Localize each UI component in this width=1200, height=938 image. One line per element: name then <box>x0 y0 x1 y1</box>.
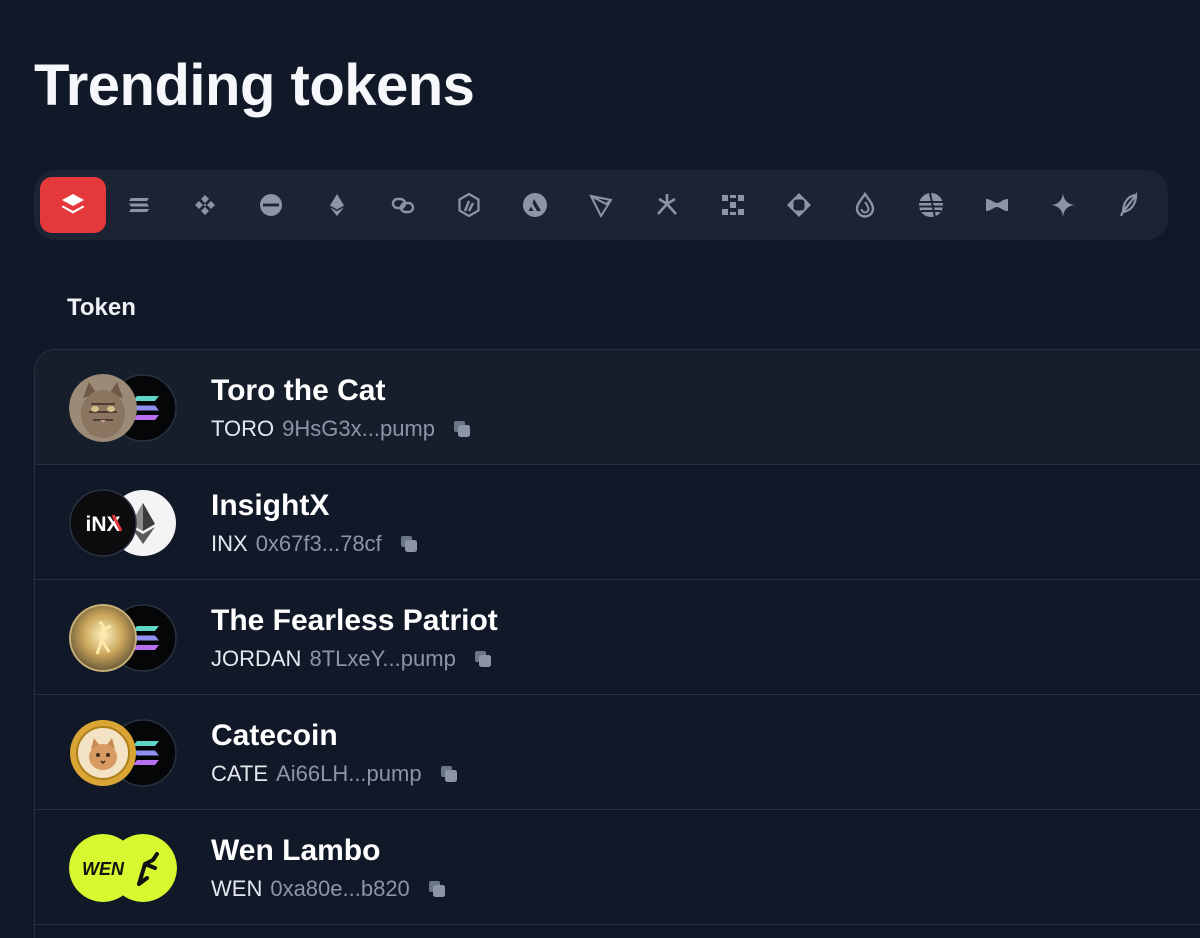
token-name[interactable]: Toro the Cat <box>211 374 385 408</box>
avalanche-icon <box>523 193 547 217</box>
token-name[interactable]: InsightX <box>211 489 329 523</box>
table-row[interactable]: Toro the Cat TORO 9HsG3x...pump <box>35 350 1200 465</box>
chain-filter-sui[interactable] <box>964 177 1030 233</box>
token-symbol: WEN <box>211 876 263 901</box>
token-name[interactable]: Wen Lambo <box>211 834 380 868</box>
table-row[interactable]: The Fearless Patriot JORDAN 8TLxeY...pum… <box>35 580 1200 695</box>
chain-filter-bnb[interactable] <box>172 177 238 233</box>
copy-icon[interactable] <box>398 533 420 555</box>
feather-icon <box>1120 191 1138 217</box>
chain-filter-solana[interactable] <box>106 177 172 233</box>
bnb-icon <box>195 195 215 215</box>
token-address: 0xa80e...b820 <box>270 876 410 901</box>
catecoin-token-icon <box>69 719 137 787</box>
cat-token-icon <box>69 374 137 442</box>
ethereum-icon <box>330 194 344 216</box>
token-address: 0x67f3...78cf <box>255 531 382 556</box>
wen-logo-text: WEN <box>82 859 125 879</box>
token-avatars <box>69 719 179 787</box>
chain-filter-arbitrum[interactable] <box>436 177 502 233</box>
token-address: 8TLxeY...pump <box>309 646 456 671</box>
arbitrum-icon <box>458 192 480 218</box>
token-symbol: CATE <box>211 761 269 786</box>
token-symbol: INX <box>211 531 248 556</box>
copy-icon[interactable] <box>426 878 448 900</box>
patriot-token-icon <box>69 604 137 672</box>
chain-filter-tron[interactable] <box>568 177 634 233</box>
token-meta: JORDAN 8TLxeY...pump <box>211 646 494 672</box>
token-address: Ai66LH...pump <box>276 761 422 786</box>
page-title: Trending tokens <box>34 53 475 118</box>
inx-token-icon: iNX <box>69 489 137 557</box>
chain-filter-avalanche[interactable] <box>502 177 568 233</box>
table-row[interactable]: iNX InsightX INX 0x67f3...78cf <box>35 465 1200 580</box>
token-symbol: JORDAN <box>211 646 302 671</box>
token-meta: WEN 0xa80e...b820 <box>211 876 448 902</box>
chain-filter-linea[interactable] <box>700 177 766 233</box>
link-icon <box>391 197 415 214</box>
chain-filter-chainlink[interactable] <box>370 177 436 233</box>
chain-filter-blast[interactable] <box>634 177 700 233</box>
copy-icon[interactable] <box>451 418 473 440</box>
chain-filter-feather[interactable] <box>1096 177 1162 233</box>
bowtie-icon <box>986 199 1008 211</box>
token-avatars: WEN <box>69 834 179 902</box>
table-row[interactable]: Catecoin CATE Ai66LH...pump <box>35 695 1200 810</box>
chain-filter-diamond[interactable] <box>766 177 832 233</box>
token-name[interactable]: Catecoin <box>211 719 338 753</box>
token-name[interactable]: The Fearless Patriot <box>211 604 498 638</box>
diamond-icon <box>787 193 811 217</box>
chain-filter-sparkle[interactable] <box>1030 177 1096 233</box>
tron-icon <box>589 194 613 219</box>
chain-filter-ethereum[interactable] <box>304 177 370 233</box>
solana-icon <box>129 198 149 212</box>
token-avatars <box>69 374 179 442</box>
token-avatars: iNX <box>69 489 179 557</box>
table-row[interactable]: WEN Wen Lambo WEN 0xa80e...b820 <box>35 810 1200 925</box>
chain-filter-drop[interactable] <box>832 177 898 233</box>
checker-icon <box>722 195 744 215</box>
base-icon <box>260 194 282 216</box>
token-meta: CATE Ai66LH...pump <box>211 761 460 787</box>
token-symbol: TORO <box>211 416 275 441</box>
column-header-token[interactable]: Token <box>67 294 136 322</box>
copy-icon[interactable] <box>438 763 460 785</box>
token-avatars <box>69 604 179 672</box>
layers-icon <box>61 194 85 214</box>
chain-filter-all[interactable] <box>40 177 106 233</box>
token-address: 9HsG3x...pump <box>282 416 435 441</box>
chain-filter-base[interactable] <box>238 177 304 233</box>
blast-icon <box>657 194 677 215</box>
token-meta: TORO 9HsG3x...pump <box>211 416 473 442</box>
wen-token-icon: WEN <box>69 834 137 902</box>
chain-filter-bar <box>34 170 1168 240</box>
copy-icon[interactable] <box>472 648 494 670</box>
drop-icon <box>855 191 875 218</box>
aptos-icon <box>919 192 943 218</box>
chain-filter-aptos[interactable] <box>898 177 964 233</box>
trending-tokens-page: Trending tokens Token Toro the Cat TORO … <box>0 0 1200 938</box>
token-meta: INX 0x67f3...78cf <box>211 531 420 557</box>
sparkle-icon <box>1051 193 1075 217</box>
token-table: Toro the Cat TORO 9HsG3x...pump iNX Insi… <box>34 349 1200 938</box>
